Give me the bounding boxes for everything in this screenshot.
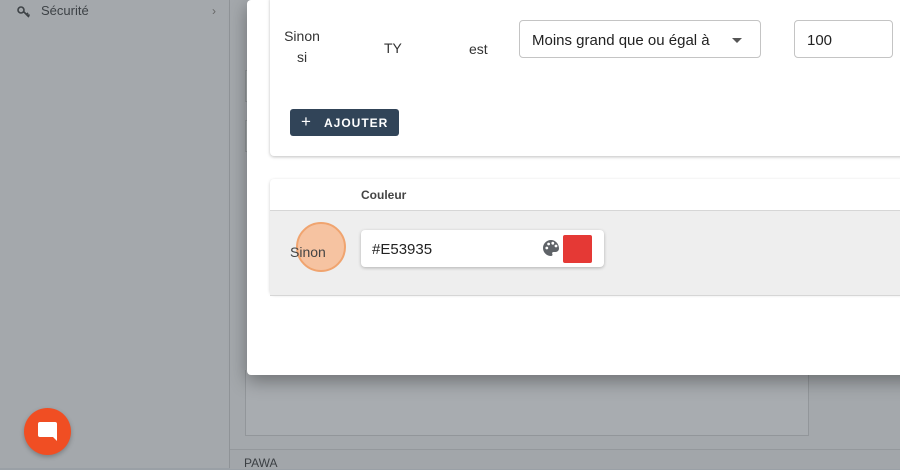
operator-select-value: Moins grand que ou égal à	[532, 32, 710, 49]
column-header-color: Couleur	[361, 188, 407, 202]
sidebar: Sécurité ›	[0, 0, 230, 468]
footer: PAWA	[230, 449, 900, 470]
condition-prefix: Sinon si	[282, 28, 322, 65]
sidebar-item-label: Sécurité	[41, 3, 89, 18]
dropdown-arrow-icon	[732, 38, 742, 43]
conditions-card: Sinon si TY est Moins grand que ou égal …	[270, 0, 900, 156]
color-hex-value: #E53935	[372, 241, 433, 258]
palette-icon[interactable]	[541, 238, 561, 258]
plus-icon: +	[301, 112, 311, 131]
condition-verb: est	[469, 41, 488, 57]
color-swatch[interactable]	[563, 235, 592, 263]
chat-bubble-icon	[38, 422, 57, 441]
chat-launcher-button[interactable]	[24, 408, 71, 455]
row-label: Sinon	[290, 244, 326, 260]
condition-prefix-line2: si	[296, 49, 308, 65]
condition-prefix-line1: Sinon	[284, 28, 320, 44]
add-button[interactable]: + AJOUTER	[290, 109, 399, 136]
condition-field: TY	[384, 40, 402, 56]
add-button-label: AJOUTER	[324, 116, 389, 130]
operator-select[interactable]: Moins grand que ou égal à	[519, 20, 761, 58]
threshold-input-value: 100	[807, 32, 833, 49]
color-rules-dialog: Sinon si TY est Moins grand que ou égal …	[247, 0, 900, 375]
threshold-input[interactable]: 100	[794, 20, 893, 58]
color-hex-input[interactable]: #E53935	[361, 230, 604, 267]
chevron-right-icon: ›	[212, 4, 216, 18]
key-icon	[16, 4, 32, 20]
background-textarea	[245, 370, 809, 436]
color-table: Couleur Sinon #E53935	[270, 179, 900, 296]
sidebar-item-security[interactable]: Sécurité ›	[0, 0, 229, 24]
